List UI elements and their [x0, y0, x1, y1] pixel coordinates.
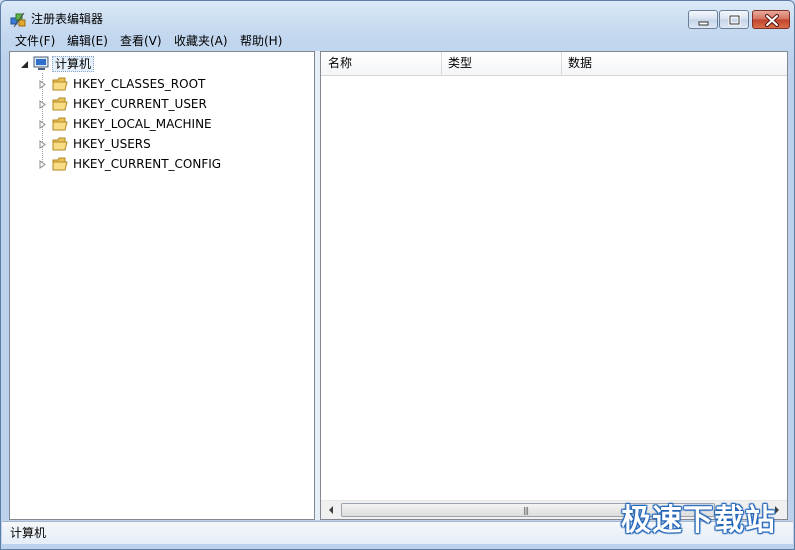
tree-item[interactable]: HKEY_CLASSES_ROOT	[10, 75, 310, 93]
expand-arrow-icon[interactable]	[38, 140, 47, 149]
menu-favorites[interactable]: 收藏夹(A)	[174, 34, 228, 49]
folder-icon	[52, 137, 68, 151]
tree-root-row[interactable]: 计算机	[10, 55, 310, 73]
menu-view[interactable]: 查看(V)	[120, 34, 162, 49]
folder-icon	[52, 77, 68, 91]
menu-file[interactable]: 文件(F)	[15, 34, 55, 49]
column-header-data[interactable]: 数据	[561, 52, 787, 75]
window-title: 注册表编辑器	[31, 12, 104, 26]
computer-icon	[33, 56, 49, 70]
folder-icon	[52, 157, 68, 171]
registry-tree[interactable]: 计算机 HKEY_CLASSES_ROOT HKEY_CURRENT_USER	[9, 51, 315, 520]
column-header-name[interactable]: 名称	[321, 52, 441, 75]
registry-editor-icon	[10, 12, 26, 28]
folder-icon	[52, 117, 68, 131]
tree-item[interactable]: HKEY_CURRENT_USER	[10, 95, 310, 113]
values-list[interactable]: 名称 类型 数据 |||	[320, 51, 788, 520]
tree-root-label[interactable]: 计算机	[52, 56, 95, 72]
column-header-type[interactable]: 类型	[441, 52, 561, 75]
tree-item[interactable]: HKEY_LOCAL_MACHINE	[10, 115, 310, 133]
expand-arrow-icon[interactable]	[38, 160, 47, 169]
folder-icon	[52, 97, 68, 111]
close-icon	[765, 14, 779, 27]
tree-item[interactable]: HKEY_CURRENT_CONFIG	[10, 155, 310, 173]
minimize-icon	[698, 21, 709, 26]
maximize-button[interactable]	[719, 10, 749, 29]
watermark-text: 极速下载站	[621, 503, 776, 538]
tree-item-label[interactable]: HKEY_CLASSES_ROOT	[73, 77, 205, 91]
grip-icon: |||	[523, 506, 529, 515]
close-button[interactable]	[752, 10, 790, 29]
tree-item-label[interactable]: HKEY_USERS	[73, 137, 151, 151]
maximize-icon	[728, 14, 741, 26]
expand-arrow-icon[interactable]	[38, 80, 47, 89]
list-header: 名称 类型 数据	[321, 52, 787, 76]
title-bar[interactable]: 注册表编辑器	[1, 1, 794, 31]
scroll-left-icon[interactable]	[323, 501, 340, 519]
tree-item-label[interactable]: HKEY_LOCAL_MACHINE	[73, 117, 212, 131]
status-path: 计算机	[10, 526, 47, 540]
registry-editor-window: 注册表编辑器 文件(F) 编辑(E) 查看(V) 收藏夹(A) 帮助(H) 计算…	[0, 0, 795, 550]
tree-item-label[interactable]: HKEY_CURRENT_CONFIG	[73, 157, 221, 171]
expand-arrow-icon[interactable]	[38, 120, 47, 129]
tree-item-label[interactable]: HKEY_CURRENT_USER	[73, 97, 207, 111]
collapse-arrow-icon[interactable]	[20, 60, 29, 69]
menu-edit[interactable]: 编辑(E)	[67, 34, 108, 49]
menu-help[interactable]: 帮助(H)	[240, 34, 282, 49]
minimize-button[interactable]	[688, 10, 718, 29]
expand-arrow-icon[interactable]	[38, 100, 47, 109]
tree-item[interactable]: HKEY_USERS	[10, 135, 310, 153]
menu-bar: 文件(F) 编辑(E) 查看(V) 收藏夹(A) 帮助(H)	[8, 32, 788, 50]
